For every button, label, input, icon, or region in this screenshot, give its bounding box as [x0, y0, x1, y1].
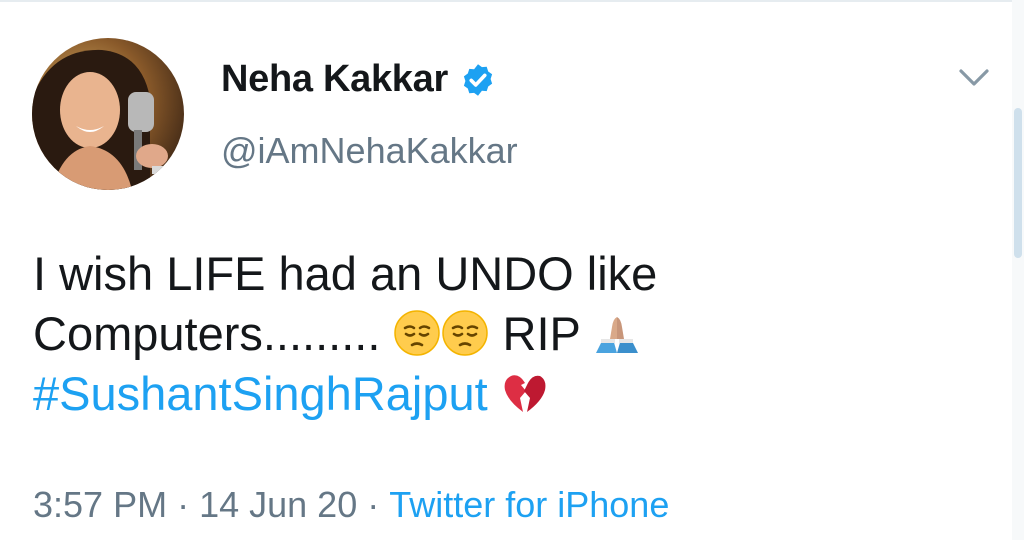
tweet-source-link[interactable]: Twitter for iPhone	[389, 484, 669, 525]
broken-heart-emoji	[501, 369, 549, 417]
tweet-card: Neha Kakkar @iAmNehaKakkar I wish LIFE h…	[0, 0, 1024, 540]
scrollbar-thumb[interactable]	[1014, 108, 1022, 258]
tweet-line-2-text: Computers.........	[33, 307, 381, 360]
chevron-down-icon[interactable]	[958, 66, 990, 90]
pensive-face-emoji	[441, 309, 489, 357]
avatar-image	[32, 38, 184, 190]
tweet-line-1: I wish LIFE had an UNDO like	[33, 247, 658, 300]
tweet-line-2: Computers......... RIP	[33, 304, 983, 364]
pensive-face-emoji	[393, 309, 441, 357]
folded-hands-emoji	[593, 309, 641, 357]
tweet-line-3: #SushantSinghRajput	[33, 364, 983, 424]
hashtag-link[interactable]: #SushantSinghRajput	[33, 367, 488, 420]
tweet-time[interactable]: 3:57 PM	[33, 484, 167, 525]
tweet-meta: 3:57 PM · 14 Jun 20 · Twitter for iPhone	[33, 484, 669, 526]
author-handle[interactable]: @iAmNehaKakkar	[221, 130, 518, 172]
meta-separator: ·	[367, 484, 380, 525]
verified-badge-icon	[463, 63, 493, 96]
tweet-rip-text: RIP	[502, 307, 581, 360]
avatar[interactable]	[32, 38, 184, 190]
author-display-name[interactable]: Neha Kakkar	[221, 58, 448, 101]
author-name-row[interactable]: Neha Kakkar	[221, 58, 496, 101]
tweet-date[interactable]: 14 Jun 20	[199, 484, 357, 525]
tweet-text: I wish LIFE had an UNDO like Computers..…	[33, 244, 983, 424]
scrollbar-track[interactable]	[1012, 0, 1024, 540]
meta-separator: ·	[177, 484, 190, 525]
top-divider	[0, 0, 1024, 2]
